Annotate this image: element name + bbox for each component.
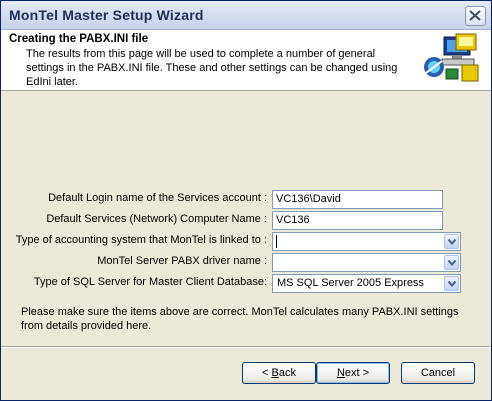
sql-dropdown-button[interactable] bbox=[444, 276, 459, 291]
page-description: The results from this page will be used … bbox=[26, 48, 398, 88]
text-caret bbox=[276, 235, 277, 248]
sql-server-value: MS SQL Server 2005 Express bbox=[277, 277, 424, 289]
chevron-down-icon bbox=[448, 260, 456, 266]
login-name-field[interactable]: VC136\David bbox=[272, 190, 443, 209]
chevron-down-icon bbox=[448, 239, 456, 245]
close-button[interactable] bbox=[465, 6, 486, 26]
back-accel-key: B bbox=[271, 367, 279, 379]
next-accel-key: N bbox=[336, 367, 345, 379]
accounting-system-label: Type of accounting system that MonTel is… bbox=[15, 234, 267, 246]
wizard-header: Creating the PABX.INI file The results f… bbox=[1, 30, 491, 91]
wizard-window: MonTel Master Setup Wizard Creating the … bbox=[0, 0, 492, 401]
window-title: MonTel Master Setup Wizard bbox=[9, 7, 204, 23]
next-button[interactable]: Next > bbox=[316, 362, 390, 384]
back-rest: ack bbox=[278, 367, 296, 379]
driver-dropdown-button[interactable] bbox=[444, 255, 459, 270]
footer-divider-highlight bbox=[1, 347, 491, 348]
next-rest: ext > bbox=[344, 367, 370, 379]
computer-setup-icon bbox=[424, 33, 479, 82]
computer-name-field[interactable]: VC136 bbox=[272, 211, 443, 230]
sql-server-select[interactable]: MS SQL Server 2005 Express bbox=[272, 274, 461, 293]
back-prefix: < bbox=[262, 367, 272, 379]
driver-name-select[interactable] bbox=[272, 253, 461, 272]
back-button[interactable]: < Back bbox=[242, 362, 316, 384]
accounting-system-select[interactable] bbox=[272, 232, 461, 251]
driver-name-label: MonTel Server PABX driver name : bbox=[97, 255, 267, 267]
cancel-button[interactable]: Cancel bbox=[401, 362, 475, 384]
accounting-dropdown-button[interactable] bbox=[444, 234, 459, 249]
close-icon bbox=[469, 10, 481, 21]
chevron-down-icon bbox=[448, 281, 456, 287]
computer-name-label: Default Services (Network) Computer Name… bbox=[46, 213, 267, 225]
title-bar: MonTel Master Setup Wizard bbox=[1, 1, 491, 30]
page-title: Creating the PABX.INI file bbox=[9, 33, 149, 45]
login-label: Default Login name of the Services accou… bbox=[48, 192, 267, 204]
info-note: Please make sure the items above are cor… bbox=[21, 306, 459, 332]
sql-server-label: Type of SQL Server for Master Client Dat… bbox=[33, 276, 267, 288]
